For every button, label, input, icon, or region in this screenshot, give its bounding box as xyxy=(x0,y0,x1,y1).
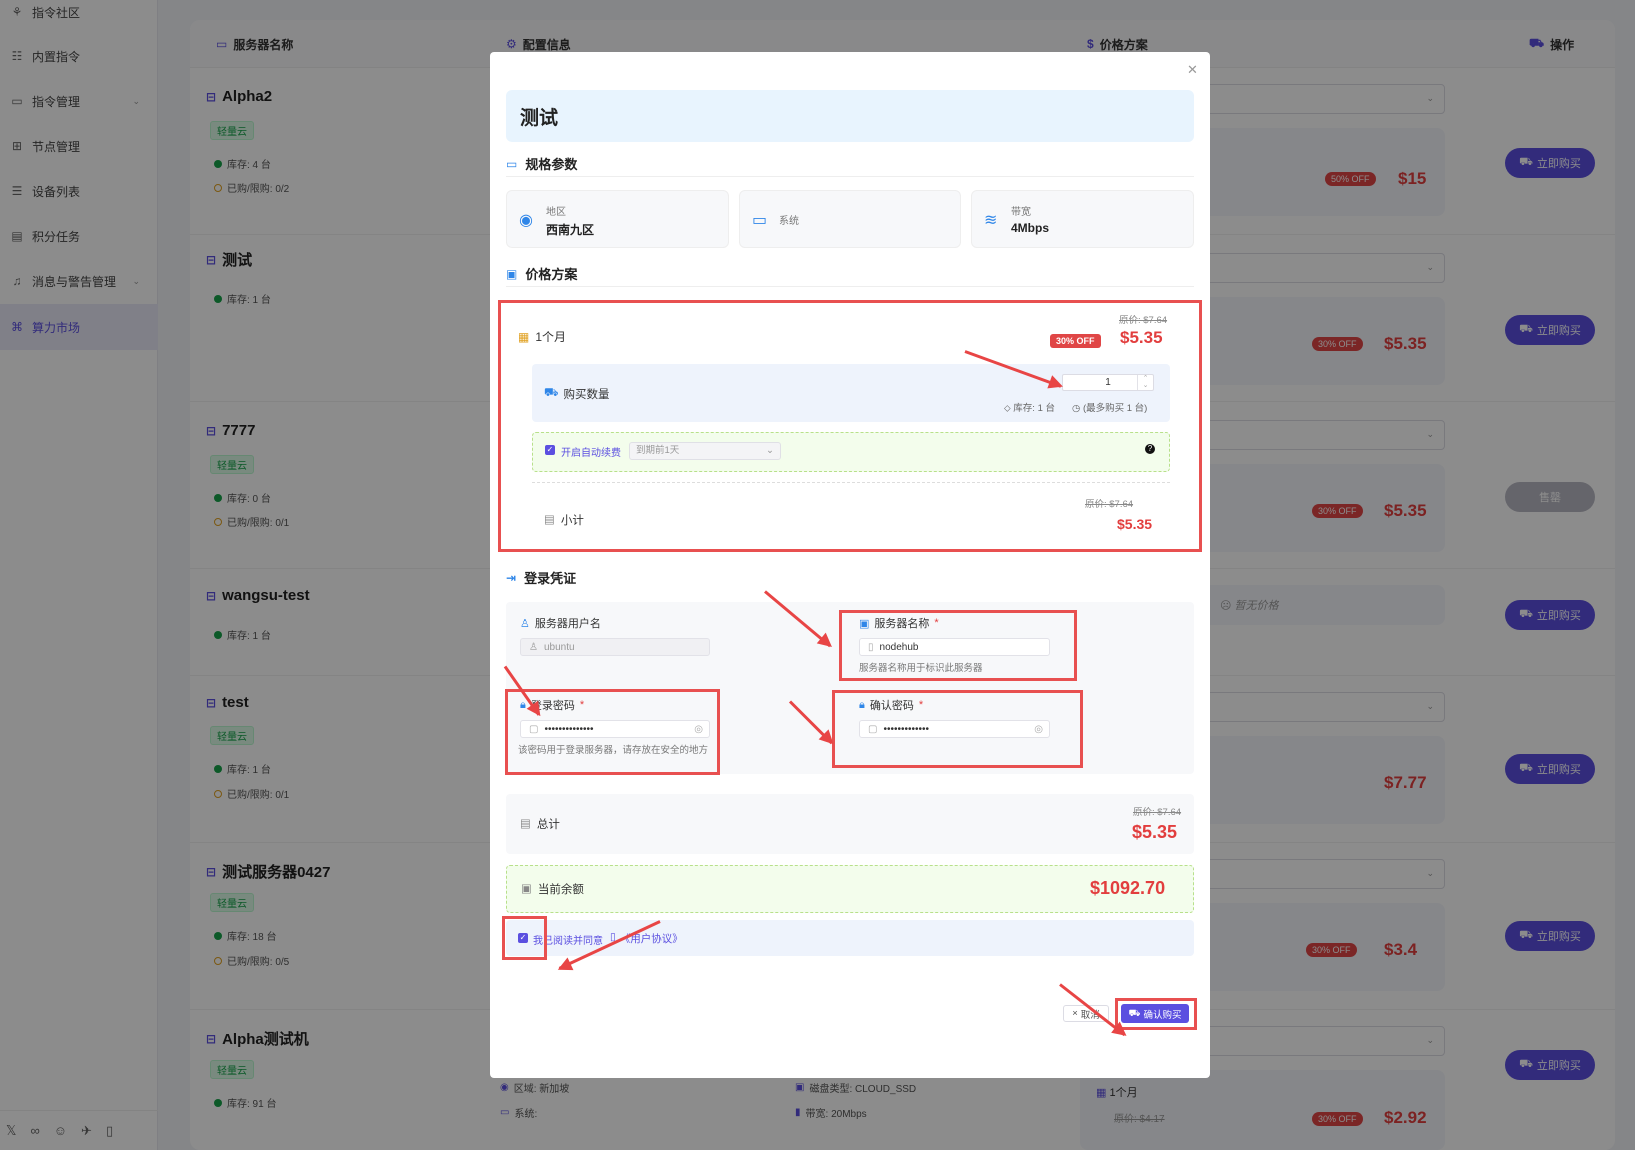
spec-value: 4Mbps xyxy=(1011,221,1050,235)
location-icon: ◉ xyxy=(519,212,533,229)
monitor-icon: ▭ xyxy=(752,212,768,229)
total-panel: ▤ 总计 原价: $7.64 $5.35 xyxy=(506,794,1194,854)
close-icon[interactable]: ✕ xyxy=(1187,62,1198,78)
total-price: $5.35 xyxy=(1132,822,1178,842)
spec-value: 西南九区 xyxy=(546,223,595,237)
wallet-icon: ▣ xyxy=(521,883,532,895)
user-icon: ♙ xyxy=(520,617,530,630)
login-icon: ⇥ xyxy=(506,570,517,585)
modal-title: 测试 xyxy=(506,90,1194,142)
annotation-highlight-confirm xyxy=(1115,998,1197,1030)
purchase-modal: ✕ 测试 ▭ 规格参数 ◉ 地区 西南九区 ▭ 系统 ≋ 带宽 4Mbps ▣ 价格… xyxy=(490,52,1210,1078)
spec-section-title: ▭ 规格参数 xyxy=(506,156,578,173)
total-label: ▤ 总计 xyxy=(520,818,560,831)
annotation-highlight-agree xyxy=(502,916,547,960)
login-section-title: ⇥ 登录凭证 xyxy=(506,570,577,587)
annotation-highlight-confirm-password xyxy=(832,690,1083,768)
user-icon: ♙ xyxy=(529,641,538,653)
spec-label: 带宽 xyxy=(1011,207,1031,218)
agreement-row: ✓ 我已阅读并同意 ▯ 《用户协议》 xyxy=(506,920,1194,956)
divider xyxy=(506,286,1194,287)
spec-label: 系统 xyxy=(779,216,799,227)
price-section-title: ▣ 价格方案 xyxy=(506,266,578,283)
close-icon: × xyxy=(1072,1008,1078,1019)
balance-label: ▣ 当前余额 xyxy=(521,883,584,896)
spec-card-region: ◉ 地区 西南九区 xyxy=(506,190,729,248)
balance-amount: $1092.70 xyxy=(1090,878,1166,898)
spec-label: 地区 xyxy=(546,207,566,218)
wifi-icon: ≋ xyxy=(984,212,998,229)
price-tag-icon: ▣ xyxy=(506,266,518,281)
username-input: ♙ ubuntu xyxy=(520,638,710,656)
spec-icon: ▭ xyxy=(506,156,518,171)
annotation-highlight-plan xyxy=(498,300,1202,552)
spec-card-bandwidth: ≋ 带宽 4Mbps xyxy=(971,190,1194,248)
balance-panel: ▣ 当前余额 $1092.70 xyxy=(506,865,1194,913)
divider xyxy=(506,176,1194,177)
total-original: 原价: $7.64 xyxy=(1133,807,1182,818)
username-label: ♙ 服务器用户名 xyxy=(520,617,601,631)
annotation-highlight-server-name xyxy=(839,610,1077,681)
receipt-icon: ▤ xyxy=(520,818,531,830)
spec-card-system: ▭ 系统 xyxy=(739,190,961,248)
